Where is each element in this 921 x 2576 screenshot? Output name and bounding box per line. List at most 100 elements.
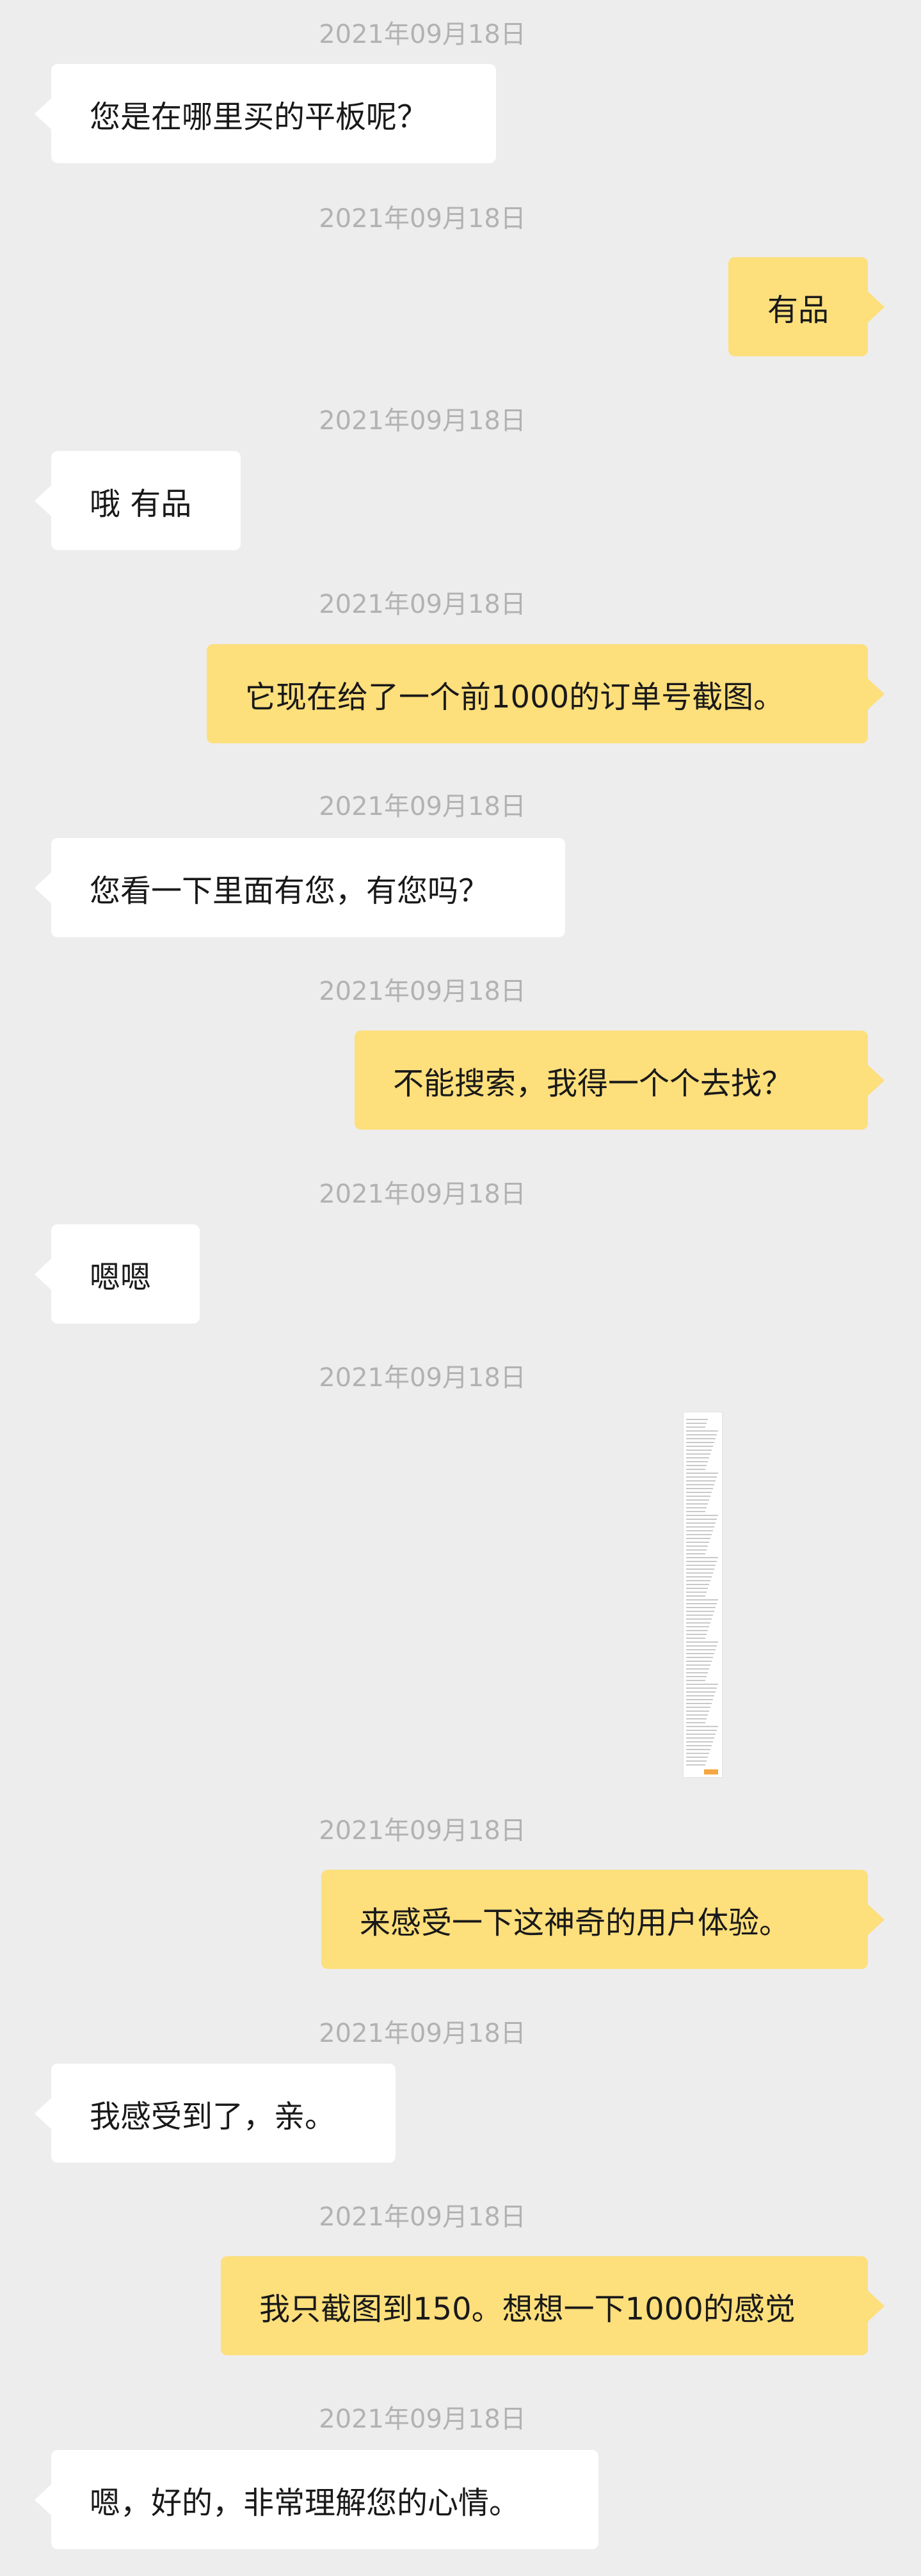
- thumbnail-text-line: [686, 1426, 705, 1428]
- thumbnail-text-line: [686, 1461, 708, 1462]
- outgoing-message-bubble[interactable]: 有品: [728, 257, 885, 356]
- thumbnail-text-line: [686, 1745, 712, 1746]
- thumbnail-text-line: [686, 1722, 705, 1723]
- message-timestamp: 2021年09月18日: [319, 590, 526, 619]
- message-timestamp: 2021年09月18日: [319, 406, 526, 436]
- message-timestamp: 2021年09月18日: [319, 2405, 526, 2434]
- outgoing-message-bubble[interactable]: 来感受一下这神奇的用户体验。: [321, 1870, 885, 1969]
- thumbnail-text-line: [686, 1430, 718, 1432]
- thumbnail-text-line: [686, 1726, 718, 1727]
- thumbnail-text-line: [686, 1657, 713, 1658]
- thumbnail-text-line: [686, 1545, 708, 1547]
- message-text: 来感受一下这神奇的用户体验。: [360, 1904, 790, 1941]
- thumbnail-text-line: [686, 1672, 708, 1673]
- thumbnail-text-line: [686, 1580, 710, 1581]
- thumbnail-text-line: [686, 1584, 709, 1585]
- thumbnail-text-line: [686, 1557, 718, 1558]
- thumbnail-text-line: [686, 1492, 712, 1493]
- message-text: 您是在哪里买的平板呢？: [90, 99, 428, 135]
- message-text: 不能搜索，我得一个个去找？: [393, 1065, 793, 1102]
- message-timestamp: 2021年09月18日: [319, 977, 526, 1006]
- thumbnail-text-line: [686, 1484, 714, 1485]
- message-timestamp: 2021年09月18日: [319, 1816, 526, 1845]
- thumbnail-text-line: [686, 1615, 713, 1616]
- thumbnail-text-line: [686, 1749, 710, 1750]
- message-timestamp: 2021年09月18日: [319, 2202, 526, 2232]
- incoming-message-bubble[interactable]: 您看一下里面有您，有您吗？: [35, 838, 565, 937]
- thumbnail-text-line: [686, 1661, 712, 1662]
- incoming-message-bubble[interactable]: 嗯嗯: [35, 1224, 200, 1324]
- message-timestamp: 2021年09月18日: [319, 1363, 526, 1393]
- thumbnail-text-line: [686, 1730, 717, 1731]
- thumbnail-text-line: [686, 1603, 717, 1604]
- message-text: 它现在给了一个前1000的订单号截图。: [245, 679, 785, 715]
- thumbnail-text-line: [686, 1607, 716, 1608]
- thumbnail-text-line: [686, 1419, 708, 1420]
- message-text: 嗯，好的，非常理解您的心情。: [90, 2485, 520, 2521]
- incoming-message-bubble[interactable]: 嗯，好的，非常理解您的心情。: [35, 2450, 598, 2549]
- thumbnail-text-line: [686, 1446, 713, 1447]
- thumbnail-text-line: [686, 1496, 710, 1497]
- thumbnail-text-line: [686, 1538, 710, 1539]
- thumbnail-text-line: [686, 1734, 716, 1735]
- thumbnail-text-line: [686, 1676, 707, 1677]
- thumbnail-text-line: [686, 1519, 717, 1520]
- thumbnail-text-line: [686, 1442, 714, 1443]
- thumbnail-text-line: [686, 1753, 709, 1754]
- message-timestamp: 2021年09月18日: [319, 2019, 526, 2048]
- thumbnail-text-line: [686, 1542, 709, 1543]
- thumbnail-text-line: [686, 1565, 716, 1566]
- thumbnail-text-line: [686, 1534, 712, 1535]
- message-text: 有品: [767, 292, 829, 328]
- thumbnail-text-line: [686, 1668, 709, 1670]
- thumbnail-text-line: [686, 1588, 708, 1589]
- incoming-message-bubble[interactable]: 我感受到了，亲。: [35, 2064, 396, 2163]
- thumbnail-text-line: [686, 1664, 710, 1666]
- thumbnail-text-line: [686, 1595, 705, 1597]
- thumbnail-text-line: [686, 1561, 717, 1562]
- message-text: 嗯嗯: [90, 1259, 152, 1295]
- incoming-message-bubble[interactable]: 您是在哪里买的平板呢？: [35, 64, 496, 163]
- thumbnail-text-line: [686, 1549, 707, 1551]
- thumbnail-text-line: [686, 1653, 714, 1654]
- thumbnail-text-line: [686, 1626, 709, 1627]
- thumbnail-text-line: [686, 1618, 712, 1620]
- message-text: 您看一下里面有您，有您吗？: [90, 873, 490, 909]
- thumbnail-text-line: [686, 1737, 714, 1739]
- thumbnail-text-line: [686, 1507, 707, 1508]
- thumbnail-text-line: [686, 1423, 707, 1424]
- thumbnail-text-line: [686, 1718, 707, 1719]
- thumbnail-text-line: [686, 1741, 713, 1742]
- thumbnail-text-line: [686, 1434, 717, 1435]
- thumbnail-footer-mark: [704, 1769, 718, 1774]
- thumbnail-text-line: [686, 1480, 716, 1482]
- outgoing-message-bubble[interactable]: 它现在给了一个前1000的订单号截图。: [207, 644, 885, 743]
- message-text: 我只截图到150。想想一下1000的感觉: [259, 2291, 796, 2327]
- screenshot-attachment-thumbnail[interactable]: [684, 1412, 722, 1777]
- incoming-message-bubble[interactable]: 哦 有品: [35, 451, 241, 550]
- thumbnail-text-line: [686, 1711, 709, 1712]
- message-text: 哦 有品: [90, 486, 192, 522]
- thumbnail-text-line: [686, 1488, 713, 1489]
- thumbnail-text-line: [686, 1703, 712, 1704]
- thumbnail-text-line: [686, 1503, 708, 1505]
- thumbnail-text-line: [686, 1592, 707, 1593]
- thumbnail-text-line: [686, 1572, 713, 1574]
- thumbnail-text-line: [686, 1634, 707, 1635]
- thumbnail-text-line: [686, 1450, 712, 1451]
- message-text: 我感受到了，亲。: [90, 2098, 336, 2135]
- thumbnail-text-line: [686, 1526, 714, 1528]
- thumbnail-text-line: [686, 1611, 714, 1612]
- thumbnail-text-line: [686, 1695, 714, 1696]
- outgoing-message-bubble[interactable]: 不能搜索，我得一个个去找？: [355, 1031, 885, 1130]
- thumbnail-text-line: [686, 1645, 717, 1647]
- thumbnail-text-line: [686, 1760, 707, 1762]
- thumbnail-text-line: [686, 1707, 710, 1708]
- thumbnail-text-line: [686, 1599, 718, 1600]
- message-timestamp: 2021年09月18日: [319, 792, 526, 821]
- thumbnail-text-line: [686, 1569, 714, 1570]
- outgoing-message-bubble[interactable]: 我只截图到150。想想一下1000的感觉: [221, 2256, 885, 2355]
- thumbnail-text-line: [686, 1465, 707, 1466]
- thumbnail-text-line: [686, 1684, 718, 1685]
- thumbnail-text-line: [686, 1553, 705, 1554]
